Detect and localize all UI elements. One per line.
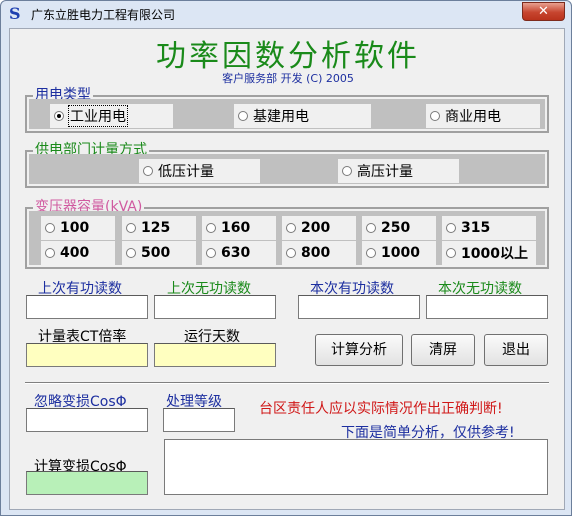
calculate-button[interactable]: 计算分析 bbox=[315, 334, 403, 366]
electricity-type-panel: 工业用电 基建用电 商业用电 bbox=[29, 99, 545, 129]
transformer-capacity-panel: 100 125 160 200 250 315 400 500 630 800 … bbox=[29, 211, 545, 265]
radio-construction-label: 基建用电 bbox=[253, 109, 309, 125]
run-days-input[interactable] bbox=[154, 343, 276, 367]
radio-cap-125-label: 125 bbox=[141, 220, 171, 236]
radio-cap-315[interactable]: 315 bbox=[442, 216, 536, 240]
radio-high-voltage[interactable]: 高压计量 bbox=[338, 159, 459, 183]
radio-cap-200[interactable]: 200 bbox=[282, 216, 356, 240]
radio-cap-400-label: 400 bbox=[60, 245, 90, 261]
metering-panel: 低压计量 高压计量 bbox=[29, 154, 545, 184]
app-logo-icon: S bbox=[9, 4, 21, 23]
radio-cap-500-label: 500 bbox=[141, 245, 171, 261]
radio-icon bbox=[206, 223, 216, 233]
close-button[interactable]: ✕ bbox=[522, 2, 565, 21]
transformer-capacity-group: 变压器容量(kVA) 100 125 160 200 250 315 400 5… bbox=[25, 198, 549, 269]
radio-industrial-label: 工业用电 bbox=[68, 105, 128, 127]
radio-icon bbox=[238, 111, 248, 121]
radio-industrial[interactable]: 工业用电 bbox=[50, 104, 173, 128]
radio-cap-160-label: 160 bbox=[221, 220, 251, 236]
radio-construction[interactable]: 基建用电 bbox=[234, 104, 371, 128]
radio-commercial[interactable]: 商业用电 bbox=[426, 104, 540, 128]
radio-icon bbox=[342, 166, 352, 176]
radio-cap-1000[interactable]: 1000 bbox=[362, 241, 436, 265]
app-window: S 广东立胜电力工程有限公司 ✕ 功率因数分析软件 客户服务部 开发 (C) 2… bbox=[0, 0, 572, 516]
radio-icon bbox=[45, 223, 55, 233]
radio-cap-800[interactable]: 800 bbox=[282, 241, 356, 265]
calc-loss-output bbox=[26, 471, 148, 495]
radio-cap-100[interactable]: 100 bbox=[41, 216, 115, 240]
last-reactive-input[interactable] bbox=[154, 295, 276, 319]
radio-low-voltage-label: 低压计量 bbox=[158, 164, 214, 180]
title-bar: S 广东立胜电力工程有限公司 ✕ bbox=[1, 1, 571, 27]
radio-cap-1000-label: 1000 bbox=[381, 245, 420, 261]
client-area: 功率因数分析软件 客户服务部 开发 (C) 2005 用电类型 工业用电 基建用… bbox=[9, 28, 565, 510]
radio-cap-400[interactable]: 400 bbox=[41, 241, 115, 265]
warning-message: 台区责任人应以实际情况作出正确判断! bbox=[259, 401, 503, 417]
radio-icon bbox=[446, 223, 456, 233]
radio-icon bbox=[143, 166, 153, 176]
radio-icon bbox=[206, 248, 216, 258]
credit-text: 客户服务部 开发 (C) 2005 bbox=[222, 72, 354, 85]
last-active-input[interactable] bbox=[26, 295, 148, 319]
radio-icon bbox=[126, 223, 136, 233]
section-divider bbox=[25, 382, 549, 384]
radio-cap-160[interactable]: 160 bbox=[202, 216, 276, 240]
radio-icon bbox=[446, 248, 456, 258]
radio-cap-800-label: 800 bbox=[301, 245, 331, 261]
radio-icon bbox=[366, 248, 376, 258]
radio-low-voltage[interactable]: 低压计量 bbox=[139, 159, 260, 183]
radio-icon bbox=[286, 248, 296, 258]
current-active-input[interactable] bbox=[298, 295, 420, 319]
page-title: 功率因数分析软件 bbox=[156, 39, 420, 74]
radio-icon bbox=[366, 223, 376, 233]
radio-selected-icon bbox=[54, 111, 64, 121]
radio-cap-200-label: 200 bbox=[301, 220, 331, 236]
radio-cap-100-label: 100 bbox=[60, 220, 90, 236]
exit-button[interactable]: 退出 bbox=[484, 334, 548, 366]
ct-ratio-input[interactable] bbox=[26, 343, 148, 367]
radio-icon bbox=[430, 111, 440, 121]
current-reactive-input[interactable] bbox=[426, 295, 548, 319]
process-level-output bbox=[163, 408, 235, 432]
radio-cap-125[interactable]: 125 bbox=[122, 216, 196, 240]
radio-cap-250[interactable]: 250 bbox=[362, 216, 436, 240]
radio-cap-315-label: 315 bbox=[461, 220, 491, 236]
radio-cap-1000-plus[interactable]: 1000以上 bbox=[442, 241, 536, 265]
ignore-loss-output bbox=[26, 408, 148, 432]
analysis-output[interactable] bbox=[164, 439, 548, 495]
electricity-type-group: 用电类型 工业用电 基建用电 商业用电 bbox=[25, 86, 549, 133]
radio-cap-630-label: 630 bbox=[221, 245, 251, 261]
radio-cap-500[interactable]: 500 bbox=[122, 241, 196, 265]
radio-icon bbox=[286, 223, 296, 233]
radio-icon bbox=[45, 248, 55, 258]
window-title: 广东立胜电力工程有限公司 bbox=[31, 8, 176, 22]
radio-cap-250-label: 250 bbox=[381, 220, 411, 236]
radio-cap-1000-plus-label: 1000以上 bbox=[461, 246, 528, 262]
radio-high-voltage-label: 高压计量 bbox=[357, 164, 413, 180]
metering-group: 供电部门计量方式 低压计量 高压计量 bbox=[25, 141, 549, 188]
radio-commercial-label: 商业用电 bbox=[445, 109, 501, 125]
clear-button[interactable]: 清屏 bbox=[411, 334, 475, 366]
radio-icon bbox=[126, 248, 136, 258]
radio-cap-630[interactable]: 630 bbox=[202, 241, 276, 265]
